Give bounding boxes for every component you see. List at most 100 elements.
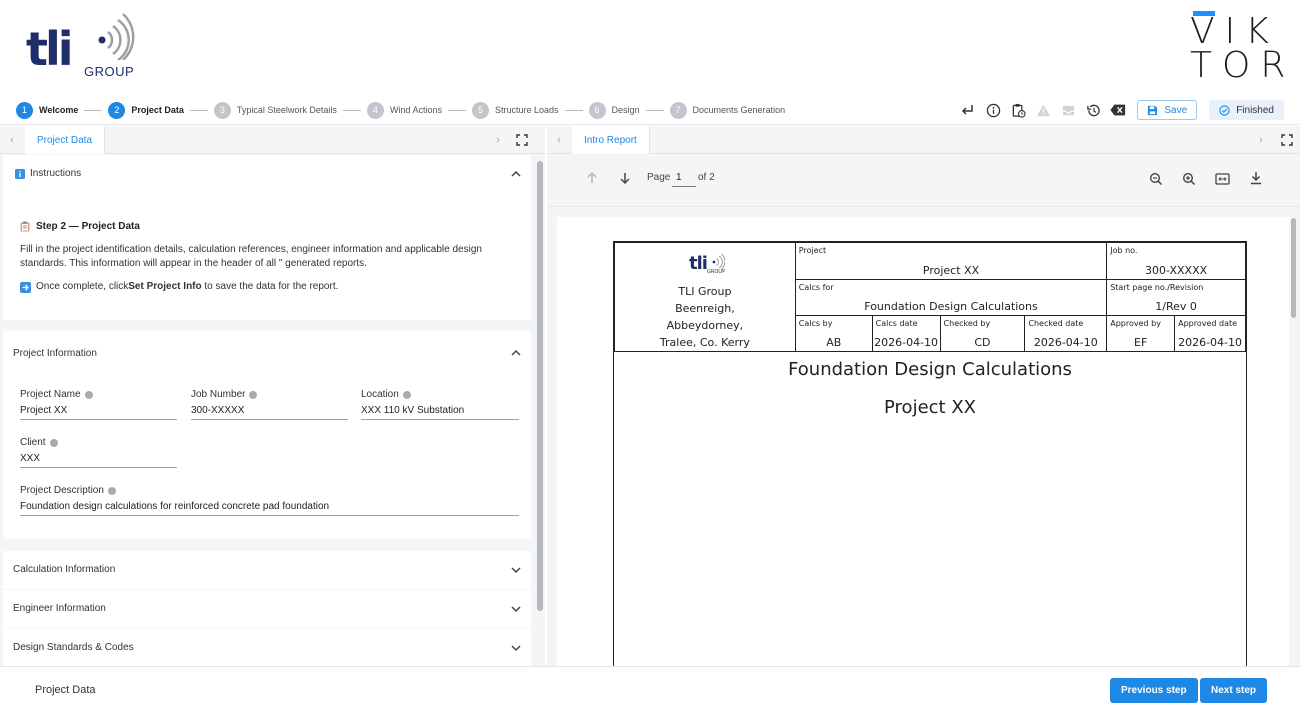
calculation-information-title: Calculation Information xyxy=(13,564,116,575)
chevron-up-icon[interactable] xyxy=(509,167,523,181)
instructions-header[interactable]: Instructions xyxy=(15,168,81,179)
fullscreen-icon[interactable] xyxy=(513,131,531,149)
step-connector xyxy=(189,109,208,111)
job-label: Job no. xyxy=(1110,246,1138,255)
approved-by-label: Approved by xyxy=(1110,319,1161,328)
client-input[interactable]: XXX xyxy=(20,451,177,468)
chevron-down-icon[interactable] xyxy=(509,641,523,655)
approved-by-cell: Approved by EF xyxy=(1106,315,1176,352)
app-header: tli GROUP VIK TOR xyxy=(0,0,1300,95)
step-connector xyxy=(342,109,361,111)
step-heading: Step 2 — Project Data xyxy=(36,221,140,232)
step-label: Wind Actions xyxy=(389,105,442,115)
job-number-input[interactable]: 300-XXXXX xyxy=(191,403,348,420)
zoom-out-icon[interactable] xyxy=(1149,172,1163,186)
history-icon[interactable] xyxy=(1084,101,1102,119)
once-bold: Set Project Info xyxy=(128,281,202,292)
step-connector xyxy=(84,109,103,111)
tli-group-logo: tli GROUP xyxy=(26,10,146,80)
return-icon[interactable] xyxy=(959,101,977,119)
info-icon[interactable] xyxy=(84,390,93,399)
step-documents-generation[interactable]: 7 Documents Generation xyxy=(669,101,785,119)
client-label: Client xyxy=(20,437,46,448)
step-typical-steelwork[interactable]: 3 Typical Steelwork Details xyxy=(213,101,337,119)
finished-button[interactable]: Finished xyxy=(1209,100,1284,120)
clipboard-clock-icon[interactable] xyxy=(1009,101,1027,119)
step-number: 5 xyxy=(471,101,489,119)
arrow-up-icon[interactable] xyxy=(585,171,599,185)
page-count: of 2 xyxy=(698,172,715,183)
viktor-logo-line1: VIK xyxy=(1190,11,1279,52)
report-logo-sub: GROUP xyxy=(707,269,725,275)
right-scrollbar[interactable] xyxy=(1291,218,1296,318)
project-name-field: Project Name Project XX xyxy=(20,389,177,420)
tab-scroll-right-icon[interactable]: › xyxy=(486,126,510,154)
fullscreen-icon[interactable] xyxy=(1278,131,1296,149)
tab-project-data[interactable]: Project Data xyxy=(25,126,106,154)
project-description-input[interactable]: Foundation design calculations for reinf… xyxy=(20,499,519,516)
footer-title: Project Data xyxy=(35,684,96,696)
approved-date-label: Approved date xyxy=(1178,319,1238,328)
left-panel: ‹ Project Data › Instructions Step 2 — P… xyxy=(0,126,545,666)
step-label: Design xyxy=(611,105,640,115)
tab-scroll-left-icon[interactable]: ‹ xyxy=(0,126,24,154)
step-structure-loads[interactable]: 5 Structure Loads xyxy=(471,101,559,119)
project-cell: Project Project XX xyxy=(794,241,1108,281)
calcs-date-cell: Calcs date 2026-04-10 xyxy=(871,315,941,352)
engineer-information-card[interactable]: Engineer Information xyxy=(3,590,531,628)
download-icon[interactable] xyxy=(1249,171,1263,185)
fit-page-icon[interactable] xyxy=(1215,172,1230,186)
save-button[interactable]: Save xyxy=(1137,100,1198,120)
step-number: 1 xyxy=(16,101,33,119)
step-label: Project Data xyxy=(131,105,184,115)
step-connector xyxy=(447,109,466,111)
approved-by-value: EF xyxy=(1134,336,1148,349)
inbox-icon[interactable] xyxy=(1059,101,1077,119)
approved-date-value: 2026-04-10 xyxy=(1178,336,1243,349)
step-project-data[interactable]: 2 Project Data xyxy=(108,101,184,119)
calcs-by-value: AB xyxy=(826,336,842,349)
calculation-information-card[interactable]: Calculation Information xyxy=(3,551,531,589)
instructions-body: Fill in the project identification detai… xyxy=(20,244,482,269)
arrow-right-icon xyxy=(20,281,31,293)
report-logo-text: tli xyxy=(689,253,708,274)
company-line: Tralee, Co. Kerry xyxy=(659,336,750,349)
start-page-cell: Start page no./Revision 1/Rev 0 xyxy=(1106,279,1246,316)
previous-step-button[interactable]: Previous step xyxy=(1110,678,1198,703)
job-number-label: Job Number xyxy=(191,389,246,400)
info-icon[interactable] xyxy=(49,438,58,447)
tab-intro-report[interactable]: Intro Report xyxy=(572,126,650,154)
stepper-bar: 1 Welcome 2 Project Data 3 Typical Steel… xyxy=(0,95,1300,125)
chevron-down-icon[interactable] xyxy=(509,602,523,616)
instructions-title: Instructions xyxy=(30,168,82,179)
info-icon[interactable] xyxy=(984,101,1002,119)
next-step-button[interactable]: Next step xyxy=(1200,678,1268,703)
location-input[interactable]: XXX 110 kV Substation xyxy=(361,403,519,420)
project-name-input[interactable]: Project XX xyxy=(20,403,177,420)
tab-scroll-left-icon[interactable]: ‹ xyxy=(547,126,571,154)
info-icon[interactable] xyxy=(107,486,116,495)
check-circle-icon xyxy=(1219,104,1230,116)
step-design[interactable]: 6 Design xyxy=(588,101,640,119)
job-number-field: Job Number 300-XXXXX xyxy=(191,389,348,420)
start-page-label: Start page no./Revision xyxy=(1110,283,1204,293)
info-icon[interactable] xyxy=(249,390,258,399)
chevron-down-icon[interactable] xyxy=(509,563,523,577)
zoom-in-icon[interactable] xyxy=(1182,172,1196,186)
left-scrollbar[interactable] xyxy=(537,161,543,611)
tab-scroll-right-icon[interactable]: › xyxy=(1249,126,1273,154)
design-standards-title: Design Standards & Codes xyxy=(13,642,134,653)
design-standards-card[interactable]: Design Standards & Codes xyxy=(3,629,531,666)
chevron-up-icon[interactable] xyxy=(509,346,523,360)
clear-icon[interactable] xyxy=(1109,101,1127,119)
step-welcome[interactable]: 1 Welcome xyxy=(16,101,79,119)
arrow-down-icon[interactable] xyxy=(618,171,632,185)
project-name-label: Project Name xyxy=(20,389,81,400)
info-icon[interactable] xyxy=(402,390,411,399)
project-information-title[interactable]: Project Information xyxy=(13,348,97,359)
page-number-input[interactable]: 1 xyxy=(672,169,696,187)
step-label: Welcome xyxy=(39,105,79,115)
warning-icon[interactable] xyxy=(1034,101,1052,119)
step-wind-actions[interactable]: 4 Wind Actions xyxy=(366,101,442,119)
calcs-date-value: 2026-04-10 xyxy=(874,336,939,349)
